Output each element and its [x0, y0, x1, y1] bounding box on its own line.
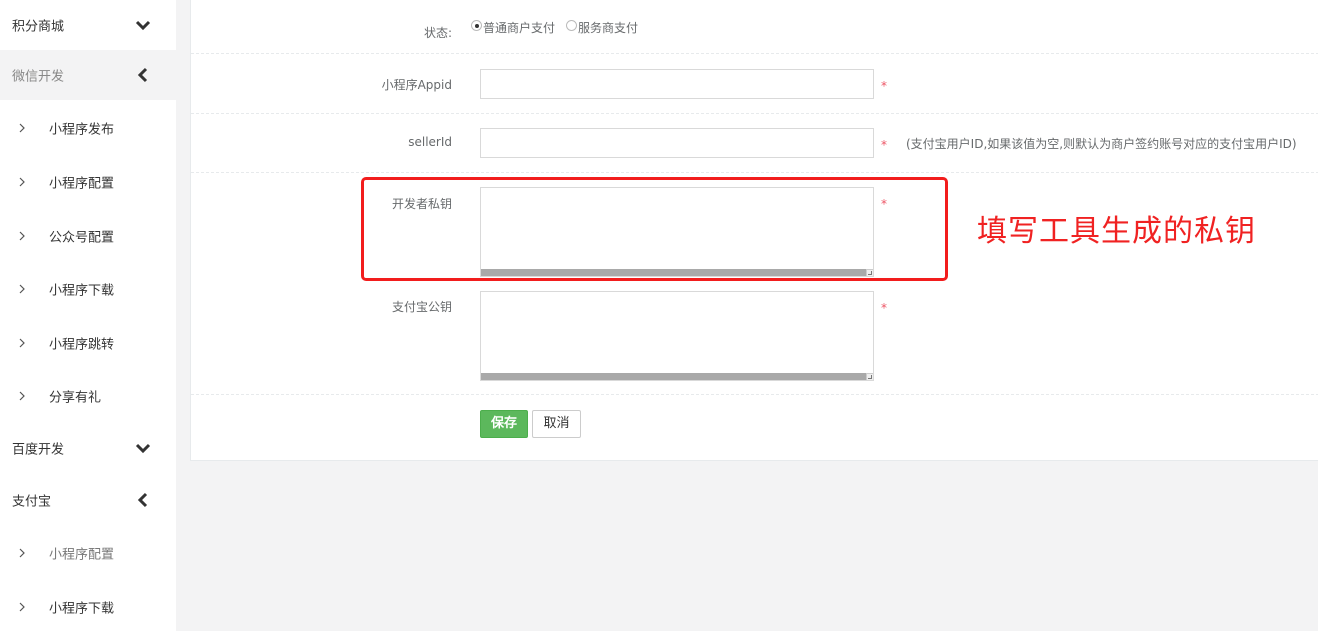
sellerid-hint: (支付宝用户ID,如果该值为空,则默认为商户签约账号对应的支付宝用户ID) — [906, 137, 1297, 151]
chevron-right-icon — [19, 177, 25, 186]
annotation-highlight-box — [361, 177, 948, 281]
public-key-required-mark: * — [881, 301, 887, 315]
sidebar-subitem-label: 小程序配置 — [49, 176, 115, 191]
chevron-right-icon — [19, 123, 25, 132]
sidebar-subitem-mp-jump[interactable]: 小程序跳转 — [0, 316, 176, 369]
chevron-right-icon — [19, 548, 25, 557]
cancel-button[interactable]: 取消 — [532, 410, 581, 438]
form-divider — [191, 113, 1318, 114]
public-key-label: 支付宝公钥 — [391, 300, 452, 314]
chevron-left-icon — [137, 67, 148, 83]
sidebar-item-wechat-dev[interactable]: 微信开发 — [0, 50, 176, 100]
sidebar-subitem-label: 小程序下载 — [49, 283, 115, 298]
sidebar-subitem-label: 小程序下载 — [49, 601, 115, 616]
sellerid-label: sellerId — [408, 135, 452, 149]
sidebar-item-label: 支付宝 — [12, 494, 52, 510]
chevron-right-icon — [19, 284, 25, 293]
appid-input[interactable] — [480, 69, 874, 99]
chevron-right-icon — [19, 338, 25, 347]
resize-grip-icon[interactable] — [866, 373, 873, 380]
radio-service-provider-label[interactable]: 服务商支付 — [578, 19, 638, 36]
form-divider — [191, 53, 1318, 54]
form-divider — [191, 394, 1318, 395]
sidebar-subitem-label: 小程序发布 — [49, 122, 115, 137]
status-label: 状态: — [423, 26, 452, 40]
appid-label: 小程序Appid — [381, 78, 452, 92]
sidebar-subitem-mp-config[interactable]: 小程序配置 — [0, 155, 176, 208]
sidebar-item-baidu-dev[interactable]: 百度开发 — [0, 423, 176, 473]
sidebar-item-alipay[interactable]: 支付宝 — [0, 475, 176, 525]
sidebar-subitem-label: 分享有礼 — [49, 390, 102, 405]
chevron-down-icon — [135, 20, 151, 31]
appid-required-mark: * — [881, 79, 887, 93]
chevron-down-icon — [135, 443, 151, 454]
chevron-right-icon — [19, 602, 25, 611]
sidebar-item-label: 积分商城 — [12, 19, 65, 35]
sidebar-subitem-label: 小程序配置 — [49, 547, 115, 562]
sidebar-subitem-share-gift[interactable]: 分享有礼 — [0, 369, 176, 422]
sidebar-item-points-mall[interactable]: 积分商城 — [0, 0, 176, 50]
radio-service-provider[interactable] — [566, 20, 577, 31]
sellerid-input[interactable] — [480, 128, 874, 158]
sidebar-item-label: 微信开发 — [12, 69, 65, 85]
save-button[interactable]: 保存 — [480, 410, 528, 438]
sellerid-required-mark: * — [881, 138, 887, 152]
sidebar-subitem-mp-publish[interactable]: 小程序发布 — [0, 101, 176, 154]
radio-normal-merchant[interactable] — [471, 20, 482, 31]
annotation-text: 填写工具生成的私钥 — [977, 214, 1256, 249]
sidebar-item-label: 百度开发 — [12, 442, 65, 458]
sidebar-subitem-mp-download[interactable]: 小程序下载 — [0, 262, 176, 315]
form-divider — [191, 172, 1318, 173]
sidebar-subitem-oa-config[interactable]: 公众号配置 — [0, 209, 176, 262]
chevron-left-icon — [137, 492, 148, 508]
chevron-right-icon — [19, 391, 25, 400]
sidebar-subitem-alipay-mp-download[interactable]: 小程序下载 — [0, 580, 176, 631]
radio-normal-merchant-label[interactable]: 普通商户支付 — [483, 19, 555, 36]
public-key-textarea[interactable] — [480, 291, 874, 381]
chevron-right-icon — [19, 231, 25, 240]
horizontal-scrollbar[interactable] — [481, 373, 867, 380]
sidebar-subitem-alipay-mp-config[interactable]: 小程序配置 — [0, 526, 176, 579]
sidebar-subitem-label: 公众号配置 — [49, 230, 115, 245]
sidebar-menu: 积分商城 微信开发 小程序发布 小程序配置 公众号配置 小程序下载 小程序跳转 … — [0, 0, 176, 631]
sidebar-subitem-label: 小程序跳转 — [49, 337, 115, 352]
